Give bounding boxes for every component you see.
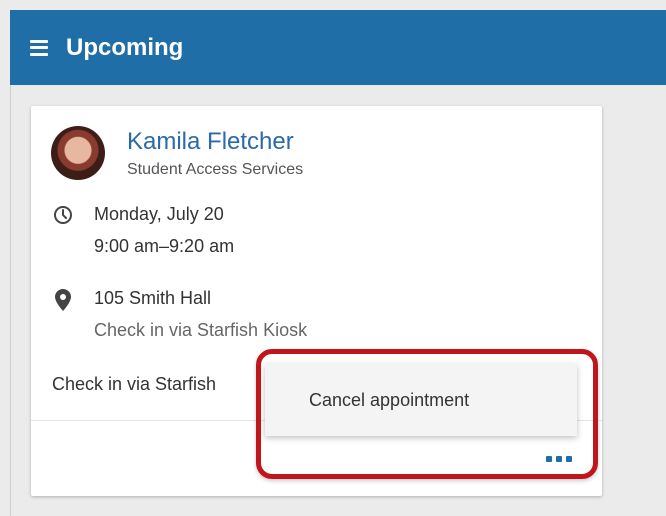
appointment-date: Monday, July 20 (94, 204, 224, 224)
location-checkin-note: Check in via Starfish Kiosk (94, 320, 308, 340)
highlight-callout (256, 349, 598, 479)
department-label: Student Access Services (127, 161, 304, 178)
person-name-link[interactable]: Kamila Fletcher (127, 128, 294, 156)
checkin-note: Check in via Starfish (52, 374, 217, 394)
hamburger-menu-icon[interactable] (30, 39, 48, 56)
appointment-time: 9:00 am–9:20 am (94, 236, 235, 256)
sidebar-edge (10, 85, 11, 516)
header-bar: Upcoming (10, 10, 666, 85)
map-pin-icon (55, 289, 71, 311)
clock-icon (54, 206, 72, 224)
appointment-location: 105 Smith Hall (94, 288, 212, 308)
page-title: Upcoming (66, 33, 184, 61)
avatar (51, 126, 105, 180)
